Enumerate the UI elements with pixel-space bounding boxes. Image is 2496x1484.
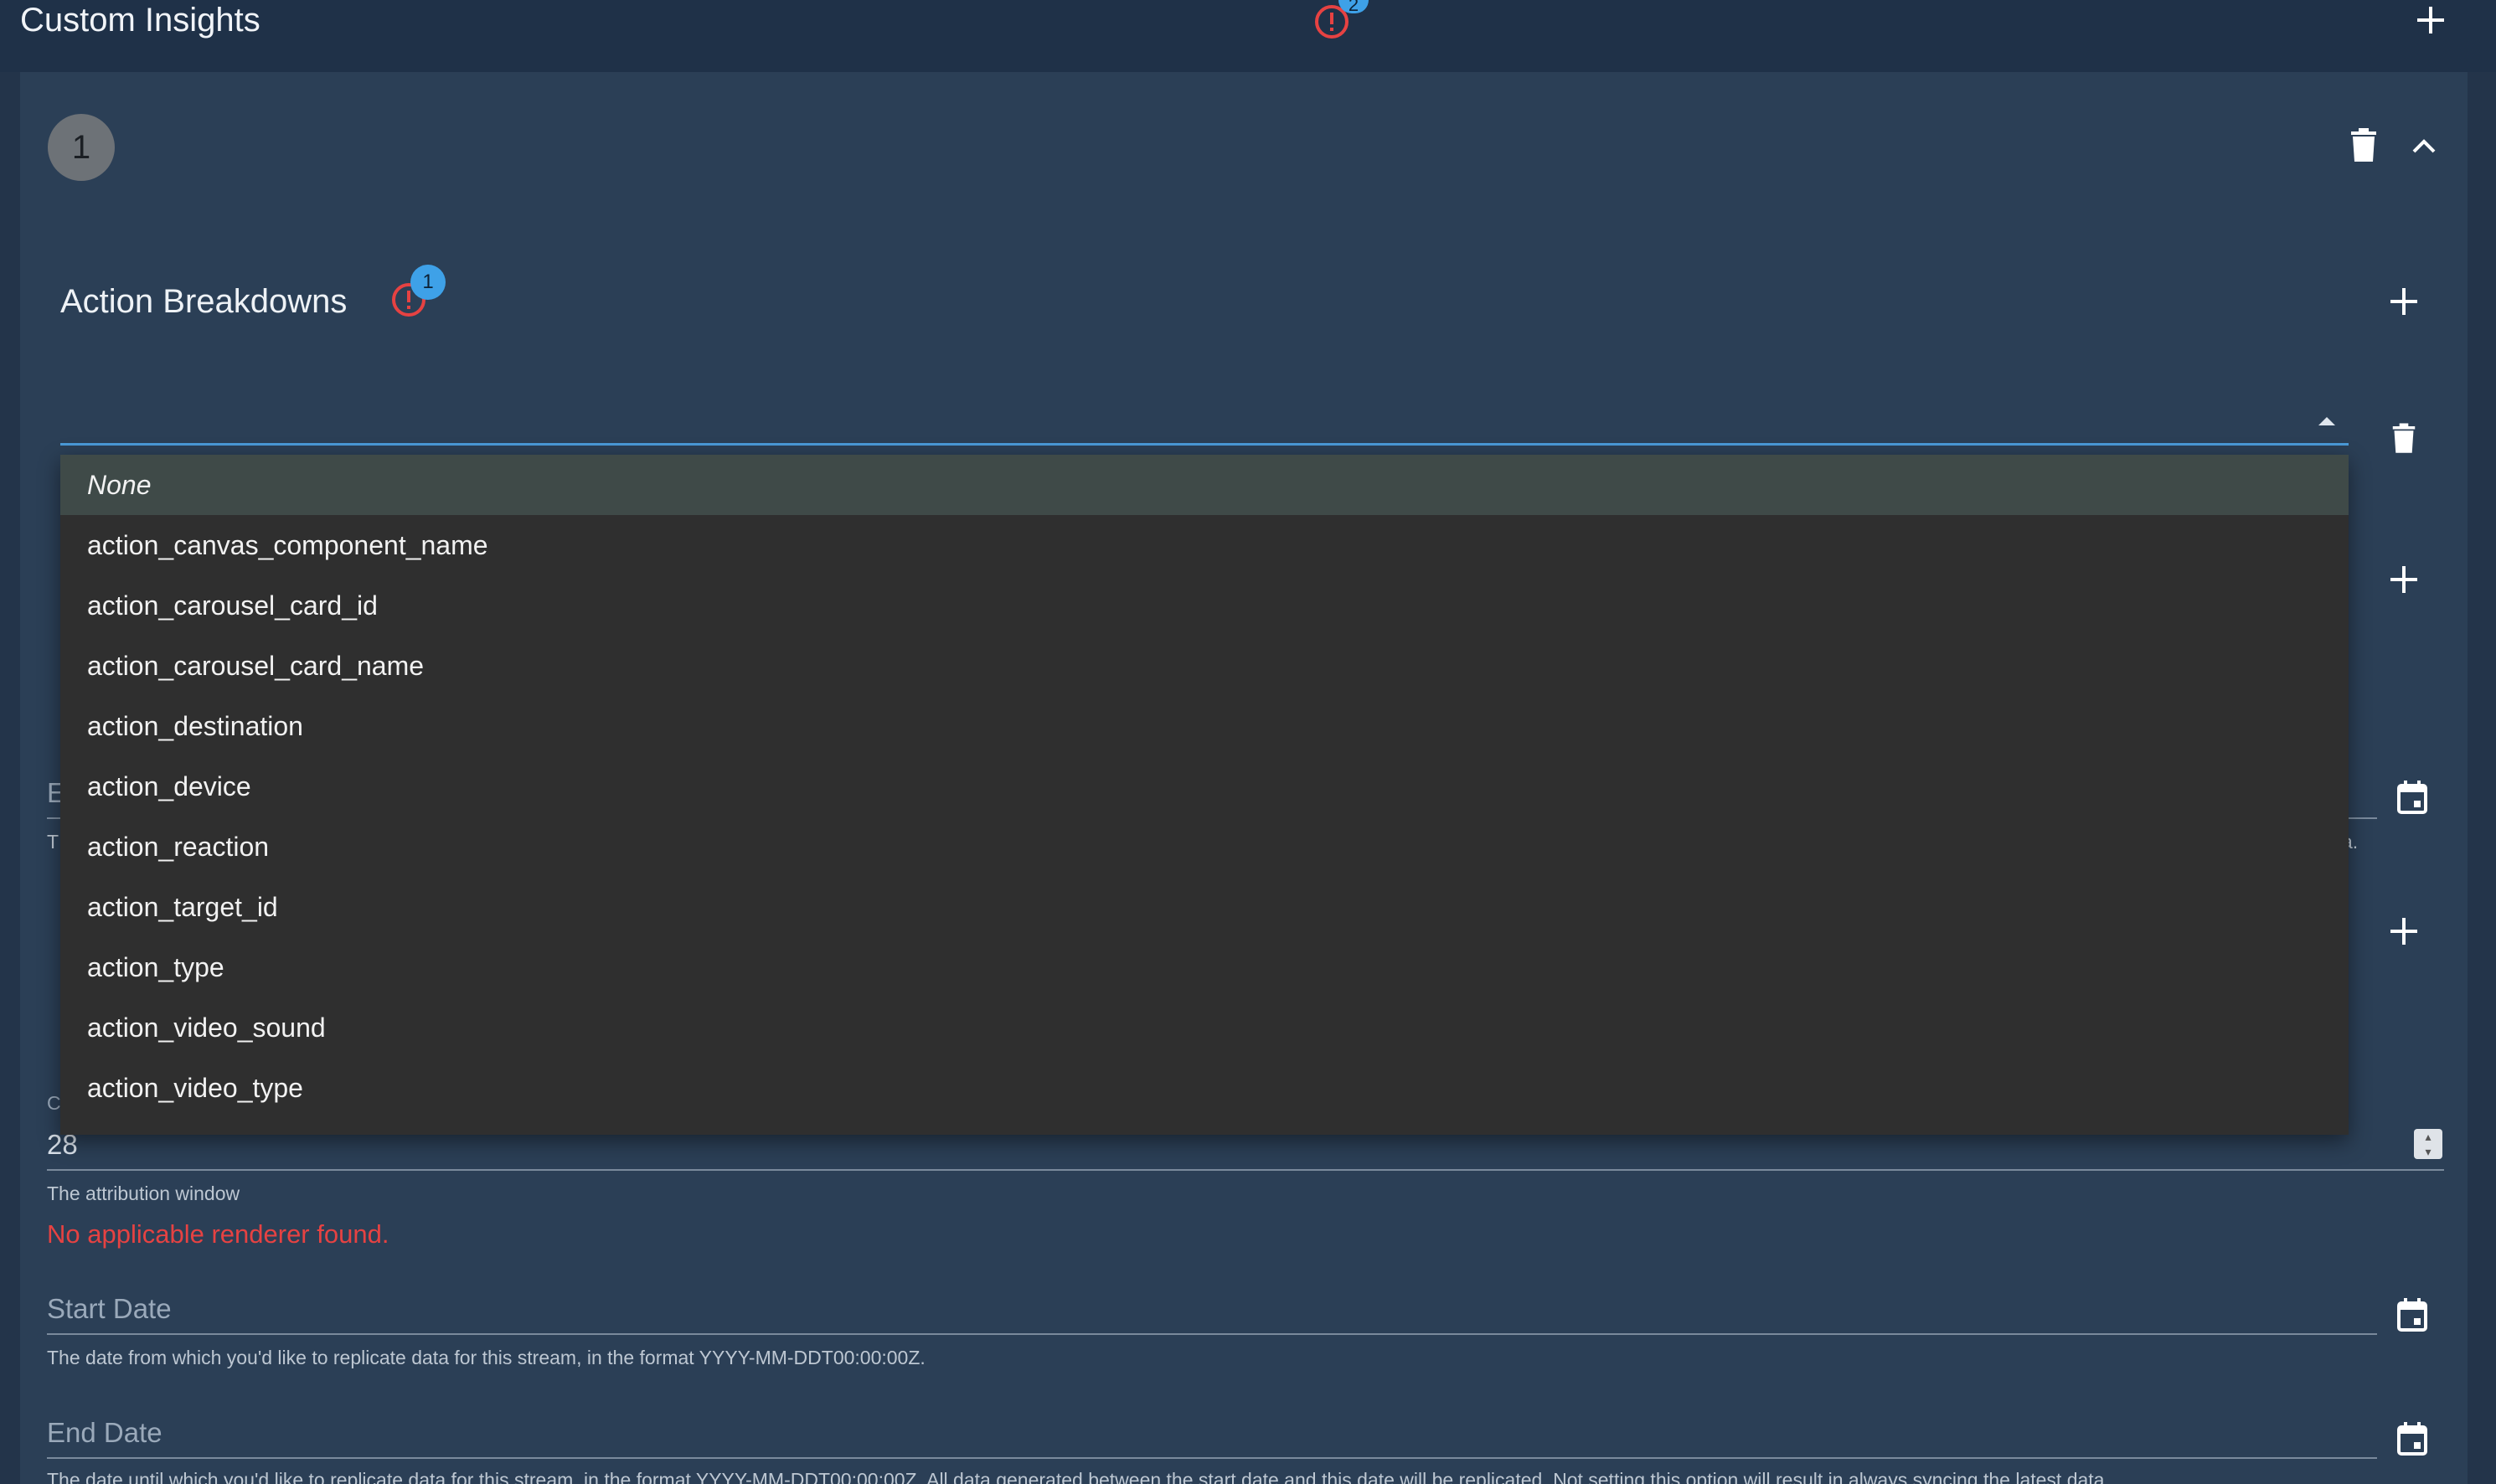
step-number-avatar: 1 [48,114,115,181]
page-title: Custom Insights [20,2,260,39]
error-count-badge: 1 [410,265,446,300]
breakdown-dropdown-menu: None action_canvas_component_name action… [60,455,2349,1135]
calendar-icon [2397,1422,2427,1456]
breakdown-select[interactable] [60,443,2349,446]
start-date-label: Start Date [47,1293,172,1324]
custom-insights-page: Custom Insights 2 1 Action Breakdowns 1 … [0,0,2496,1484]
calendar-icon [2397,1298,2427,1332]
collapse-button[interactable] [2404,126,2444,166]
hidden-field-helper: T [47,831,59,853]
plus-icon [2390,566,2417,593]
caret-up-icon[interactable] [2318,417,2335,425]
section-title: Action Breakdowns [60,283,348,320]
plus-icon [2417,7,2444,33]
dropdown-option[interactable]: action_reaction [60,817,2349,877]
dropdown-option[interactable]: None [60,455,2349,515]
add-item-button[interactable] [2384,559,2424,600]
add-item-button[interactable] [2384,911,2424,951]
dropdown-option[interactable]: action_video_type [60,1058,2349,1118]
plus-icon [2390,288,2417,315]
stepper-down-icon[interactable]: ▾ [2414,1144,2442,1159]
dropdown-option[interactable]: action_type [60,937,2349,997]
delete-breakdown-button[interactable] [2384,419,2424,459]
start-date-calendar-button[interactable] [2392,1295,2432,1335]
start-date-helper: The date from which you'd like to replic… [47,1347,926,1368]
dropdown-option[interactable]: action_video_sound [60,997,2349,1058]
dropdown-option[interactable]: action_carousel_card_id [60,575,2349,636]
header-bar: Custom Insights 2 [0,0,2496,72]
add-breakdown-button[interactable] [2384,281,2424,322]
renderer-error: No applicable renderer found. [47,1219,389,1249]
plus-icon [2390,918,2417,945]
end-date-input[interactable] [47,1457,2377,1459]
calendar-button[interactable] [2392,777,2432,817]
add-insight-button[interactable] [2412,2,2449,39]
end-date-helper: The date until which you'd like to repli… [47,1469,2110,1484]
chevron-up-icon [2412,139,2436,153]
dropdown-option[interactable]: action_carousel_card_name [60,636,2349,696]
dropdown-option[interactable]: action_destination [60,696,2349,756]
stepper-up-icon[interactable]: ▴ [2414,1129,2442,1144]
delete-insight-button[interactable] [2344,126,2384,166]
dropdown-option[interactable]: action_canvas_component_name [60,515,2349,575]
attribution-helper: The attribution window [47,1183,240,1204]
attribution-label: C [47,1092,61,1114]
dropdown-option[interactable]: action_target_id [60,877,2349,937]
dropdown-option[interactable]: action_device [60,756,2349,817]
calendar-icon [2397,781,2427,814]
start-date-input[interactable] [47,1333,2377,1335]
number-stepper[interactable]: ▴ ▾ [2414,1129,2442,1159]
trash-icon [2392,423,2416,453]
attribution-underline [47,1169,2444,1171]
end-date-calendar-button[interactable] [2392,1419,2432,1459]
trash-icon [2351,128,2376,162]
end-date-label: End Date [47,1417,162,1448]
